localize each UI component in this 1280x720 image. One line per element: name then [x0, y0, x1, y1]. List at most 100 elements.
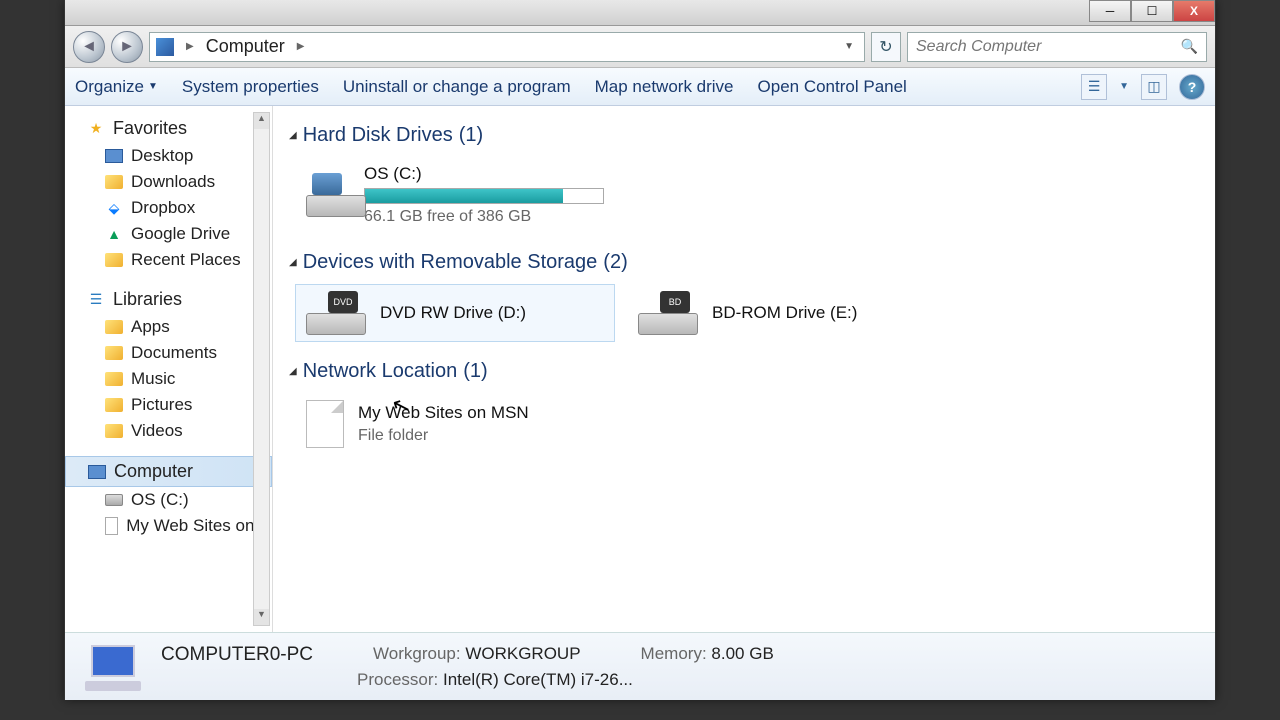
computer-header[interactable]: Computer: [65, 456, 272, 487]
details-pane: COMPUTER0-PC Workgroup: WORKGROUP Memory…: [65, 632, 1215, 700]
sidebar-item-recent-places[interactable]: Recent Places: [65, 247, 272, 273]
file-icon: [105, 517, 118, 535]
uninstall-program-button[interactable]: Uninstall or change a program: [343, 77, 571, 97]
sidebar-item-music[interactable]: Music: [65, 366, 272, 392]
sidebar-item-pictures[interactable]: Pictures: [65, 392, 272, 418]
sidebar-item-desktop[interactable]: Desktop: [65, 143, 272, 169]
computer-label: Computer: [114, 461, 193, 482]
titlebar: ─ ☐ X: [65, 0, 1215, 26]
sidebar-item-dropbox[interactable]: ⬙ Dropbox: [65, 195, 272, 221]
sidebar-item-label: Dropbox: [131, 198, 195, 218]
section-count: (1): [459, 124, 483, 147]
map-network-drive-button[interactable]: Map network drive: [595, 77, 734, 97]
search-box[interactable]: 🔍: [907, 32, 1207, 62]
dvd-badge: DVD: [328, 291, 358, 313]
section-hard-disk-drives[interactable]: ◢ Hard Disk Drives (1): [289, 124, 1199, 147]
favorites-header[interactable]: ★ Favorites: [65, 114, 272, 143]
search-icon[interactable]: 🔍: [1181, 38, 1198, 55]
sidebar-item-my-web-sites[interactable]: My Web Sites on M: [65, 513, 272, 539]
drive-bd-rom-e[interactable]: BD BD-ROM Drive (E:): [627, 284, 947, 342]
section-title: Devices with Removable Storage: [303, 251, 598, 274]
collapse-icon: ◢: [289, 366, 297, 377]
open-control-panel-button[interactable]: Open Control Panel: [758, 77, 907, 97]
chevron-right-icon[interactable]: ▶: [182, 41, 198, 52]
hard-disk-icon: [306, 173, 350, 217]
help-button[interactable]: ?: [1179, 74, 1205, 100]
sidebar-item-os-c[interactable]: OS (C:): [65, 487, 272, 513]
sidebar-item-label: Pictures: [131, 395, 192, 415]
bd-badge: BD: [660, 291, 690, 313]
drive-name: BD-ROM Drive (E:): [712, 303, 857, 323]
memory-value: 8.00 GB: [711, 644, 773, 663]
sidebar-item-label: Desktop: [131, 146, 193, 166]
sidebar-item-google-drive[interactable]: ▲ Google Drive: [65, 221, 272, 247]
sidebar-item-label: My Web Sites on M: [126, 516, 264, 536]
back-button[interactable]: ◄: [73, 31, 105, 63]
scroll-down-icon[interactable]: ▼: [254, 609, 269, 625]
bd-drive-icon: BD: [638, 291, 698, 335]
computer-name: COMPUTER0-PC: [161, 644, 313, 666]
sidebar-item-label: Apps: [131, 317, 170, 337]
breadcrumb-computer[interactable]: Computer: [206, 36, 285, 57]
sidebar-item-label: OS (C:): [131, 490, 189, 510]
maximize-button[interactable]: ☐: [1131, 0, 1173, 22]
drive-dvd-rw-d[interactable]: DVD DVD RW Drive (D:): [295, 284, 615, 342]
drive-name: OS (C:): [364, 164, 604, 184]
sidebar-item-label: Documents: [131, 343, 217, 363]
drive-name: DVD RW Drive (D:): [380, 303, 526, 323]
sidebar-item-videos[interactable]: Videos: [65, 418, 272, 444]
drive-os-c[interactable]: OS (C:) 66.1 GB free of 386 GB: [295, 157, 615, 233]
google-drive-icon: ▲: [105, 225, 123, 243]
system-properties-button[interactable]: System properties: [182, 77, 319, 97]
collapse-icon: ◢: [289, 130, 297, 141]
content-pane: ◢ Hard Disk Drives (1) OS (C:) 66.1 GB f…: [273, 106, 1215, 632]
minimize-button[interactable]: ─: [1089, 0, 1131, 22]
storage-bar: [364, 188, 604, 204]
network-location-msn[interactable]: My Web Sites on MSN File folder: [295, 393, 615, 455]
libraries-icon: ☰: [87, 291, 105, 309]
folder-icon: [105, 175, 123, 189]
section-network-location[interactable]: ◢ Network Location (1): [289, 360, 1199, 383]
section-title: Hard Disk Drives: [303, 124, 453, 147]
disk-icon: [105, 494, 123, 506]
sidebar-item-apps[interactable]: Apps: [65, 314, 272, 340]
address-dropdown[interactable]: ▼: [840, 41, 858, 52]
command-bar: Organize ▼ System properties Uninstall o…: [65, 68, 1215, 106]
file-icon: [306, 400, 344, 448]
sidebar-scrollbar[interactable]: ▲ ▼: [253, 112, 270, 626]
refresh-button[interactable]: ↻: [871, 32, 901, 62]
section-removable-storage[interactable]: ◢ Devices with Removable Storage (2): [289, 251, 1199, 274]
libraries-header[interactable]: ☰ Libraries: [65, 285, 272, 314]
sidebar-item-downloads[interactable]: Downloads: [65, 169, 272, 195]
breadcrumb-box[interactable]: ▶ Computer ▶ ▼: [149, 32, 865, 62]
computer-icon: [88, 465, 106, 479]
change-view-button[interactable]: ☰: [1081, 74, 1107, 100]
chevron-down-icon: ▼: [148, 81, 158, 92]
item-name: My Web Sites on MSN: [358, 403, 529, 423]
sidebar-item-label: Downloads: [131, 172, 215, 192]
forward-button[interactable]: ►: [111, 31, 143, 63]
folder-icon: [105, 372, 123, 386]
chevron-right-icon[interactable]: ▶: [293, 41, 309, 52]
explorer-body: ★ Favorites Desktop Downloads ⬙ Dropbox …: [65, 106, 1215, 632]
workgroup-label: Workgroup:: [373, 644, 461, 663]
processor-value: Intel(R) Core(TM) i7-26...: [443, 670, 633, 689]
folder-icon: [105, 346, 123, 360]
item-type: File folder: [358, 427, 529, 445]
sidebar-item-documents[interactable]: Documents: [65, 340, 272, 366]
favorites-label: Favorites: [113, 118, 187, 139]
navigation-pane: ★ Favorites Desktop Downloads ⬙ Dropbox …: [65, 106, 273, 632]
computer-large-icon: [85, 643, 141, 691]
preview-pane-button[interactable]: ◫: [1141, 74, 1167, 100]
organize-menu[interactable]: Organize ▼: [75, 77, 158, 97]
section-count: (2): [603, 251, 627, 274]
folder-icon: [105, 320, 123, 334]
scroll-up-icon[interactable]: ▲: [254, 113, 269, 129]
processor-label: Processor:: [357, 670, 438, 689]
search-input[interactable]: [916, 38, 1175, 56]
chevron-down-icon[interactable]: ▼: [1119, 81, 1129, 92]
drive-free-space: 66.1 GB free of 386 GB: [364, 208, 604, 226]
close-button[interactable]: X: [1173, 0, 1215, 22]
sidebar-item-label: Videos: [131, 421, 183, 441]
dropbox-icon: ⬙: [105, 199, 123, 217]
